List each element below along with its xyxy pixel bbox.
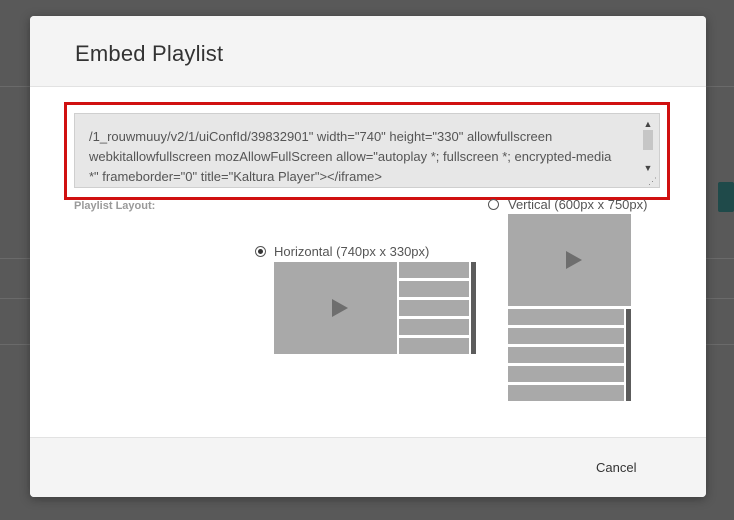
horizontal-playlist-scrollbar	[471, 262, 476, 354]
vertical-playlist-row	[508, 385, 624, 401]
vertical-playlist-scrollbar	[626, 309, 631, 401]
embed-code-highlight: /1_rouwmuuy/v2/1/uiConfId/39832901" widt…	[64, 102, 670, 200]
horizontal-layout-label[interactable]: Horizontal (740px x 330px)	[274, 244, 429, 259]
scroll-up-icon[interactable]: ▲	[641, 118, 655, 130]
horizontal-playlist-row	[399, 281, 469, 297]
dialog-title: Embed Playlist	[75, 41, 224, 66]
cancel-button[interactable]: Cancel	[596, 460, 636, 475]
scroll-down-icon[interactable]: ▼	[641, 162, 655, 174]
embed-code-scrollbar[interactable]: ▲ ▼	[641, 118, 655, 174]
horizontal-playlist-row	[399, 300, 469, 316]
radio-selected-dot	[258, 249, 263, 254]
horizontal-playlist-row	[399, 262, 469, 278]
vertical-layout-label[interactable]: Vertical (600px x 750px)	[508, 197, 647, 212]
scroll-thumb[interactable]	[643, 130, 653, 150]
play-icon	[566, 251, 582, 269]
dialog-footer: Cancel	[30, 437, 706, 497]
vertical-video-preview	[508, 214, 631, 306]
vertical-playlist-row	[508, 347, 624, 363]
vertical-layout-radio[interactable]	[488, 199, 499, 210]
vertical-playlist-row	[508, 366, 624, 382]
playlist-layout-label: Playlist Layout:	[74, 200, 156, 212]
vertical-playlist-row	[508, 328, 624, 344]
embed-playlist-dialog: Embed Playlist /1_rouwmuuy/v2/1/uiConfId…	[30, 16, 706, 497]
horizontal-playlist-row	[399, 338, 469, 354]
embed-code-textarea[interactable]: /1_rouwmuuy/v2/1/uiConfId/39832901" widt…	[74, 113, 660, 188]
horizontal-playlist-row	[399, 319, 469, 335]
vertical-playlist-row	[508, 309, 624, 325]
horizontal-layout-radio[interactable]	[255, 246, 266, 257]
dialog-header: Embed Playlist	[30, 16, 706, 87]
background-button	[718, 182, 734, 212]
resize-grip-icon[interactable]: ⋰	[648, 177, 657, 186]
play-icon	[332, 299, 348, 317]
embed-code-text: /1_rouwmuuy/v2/1/uiConfId/39832901" widt…	[89, 129, 612, 184]
horizontal-video-preview	[274, 262, 397, 354]
